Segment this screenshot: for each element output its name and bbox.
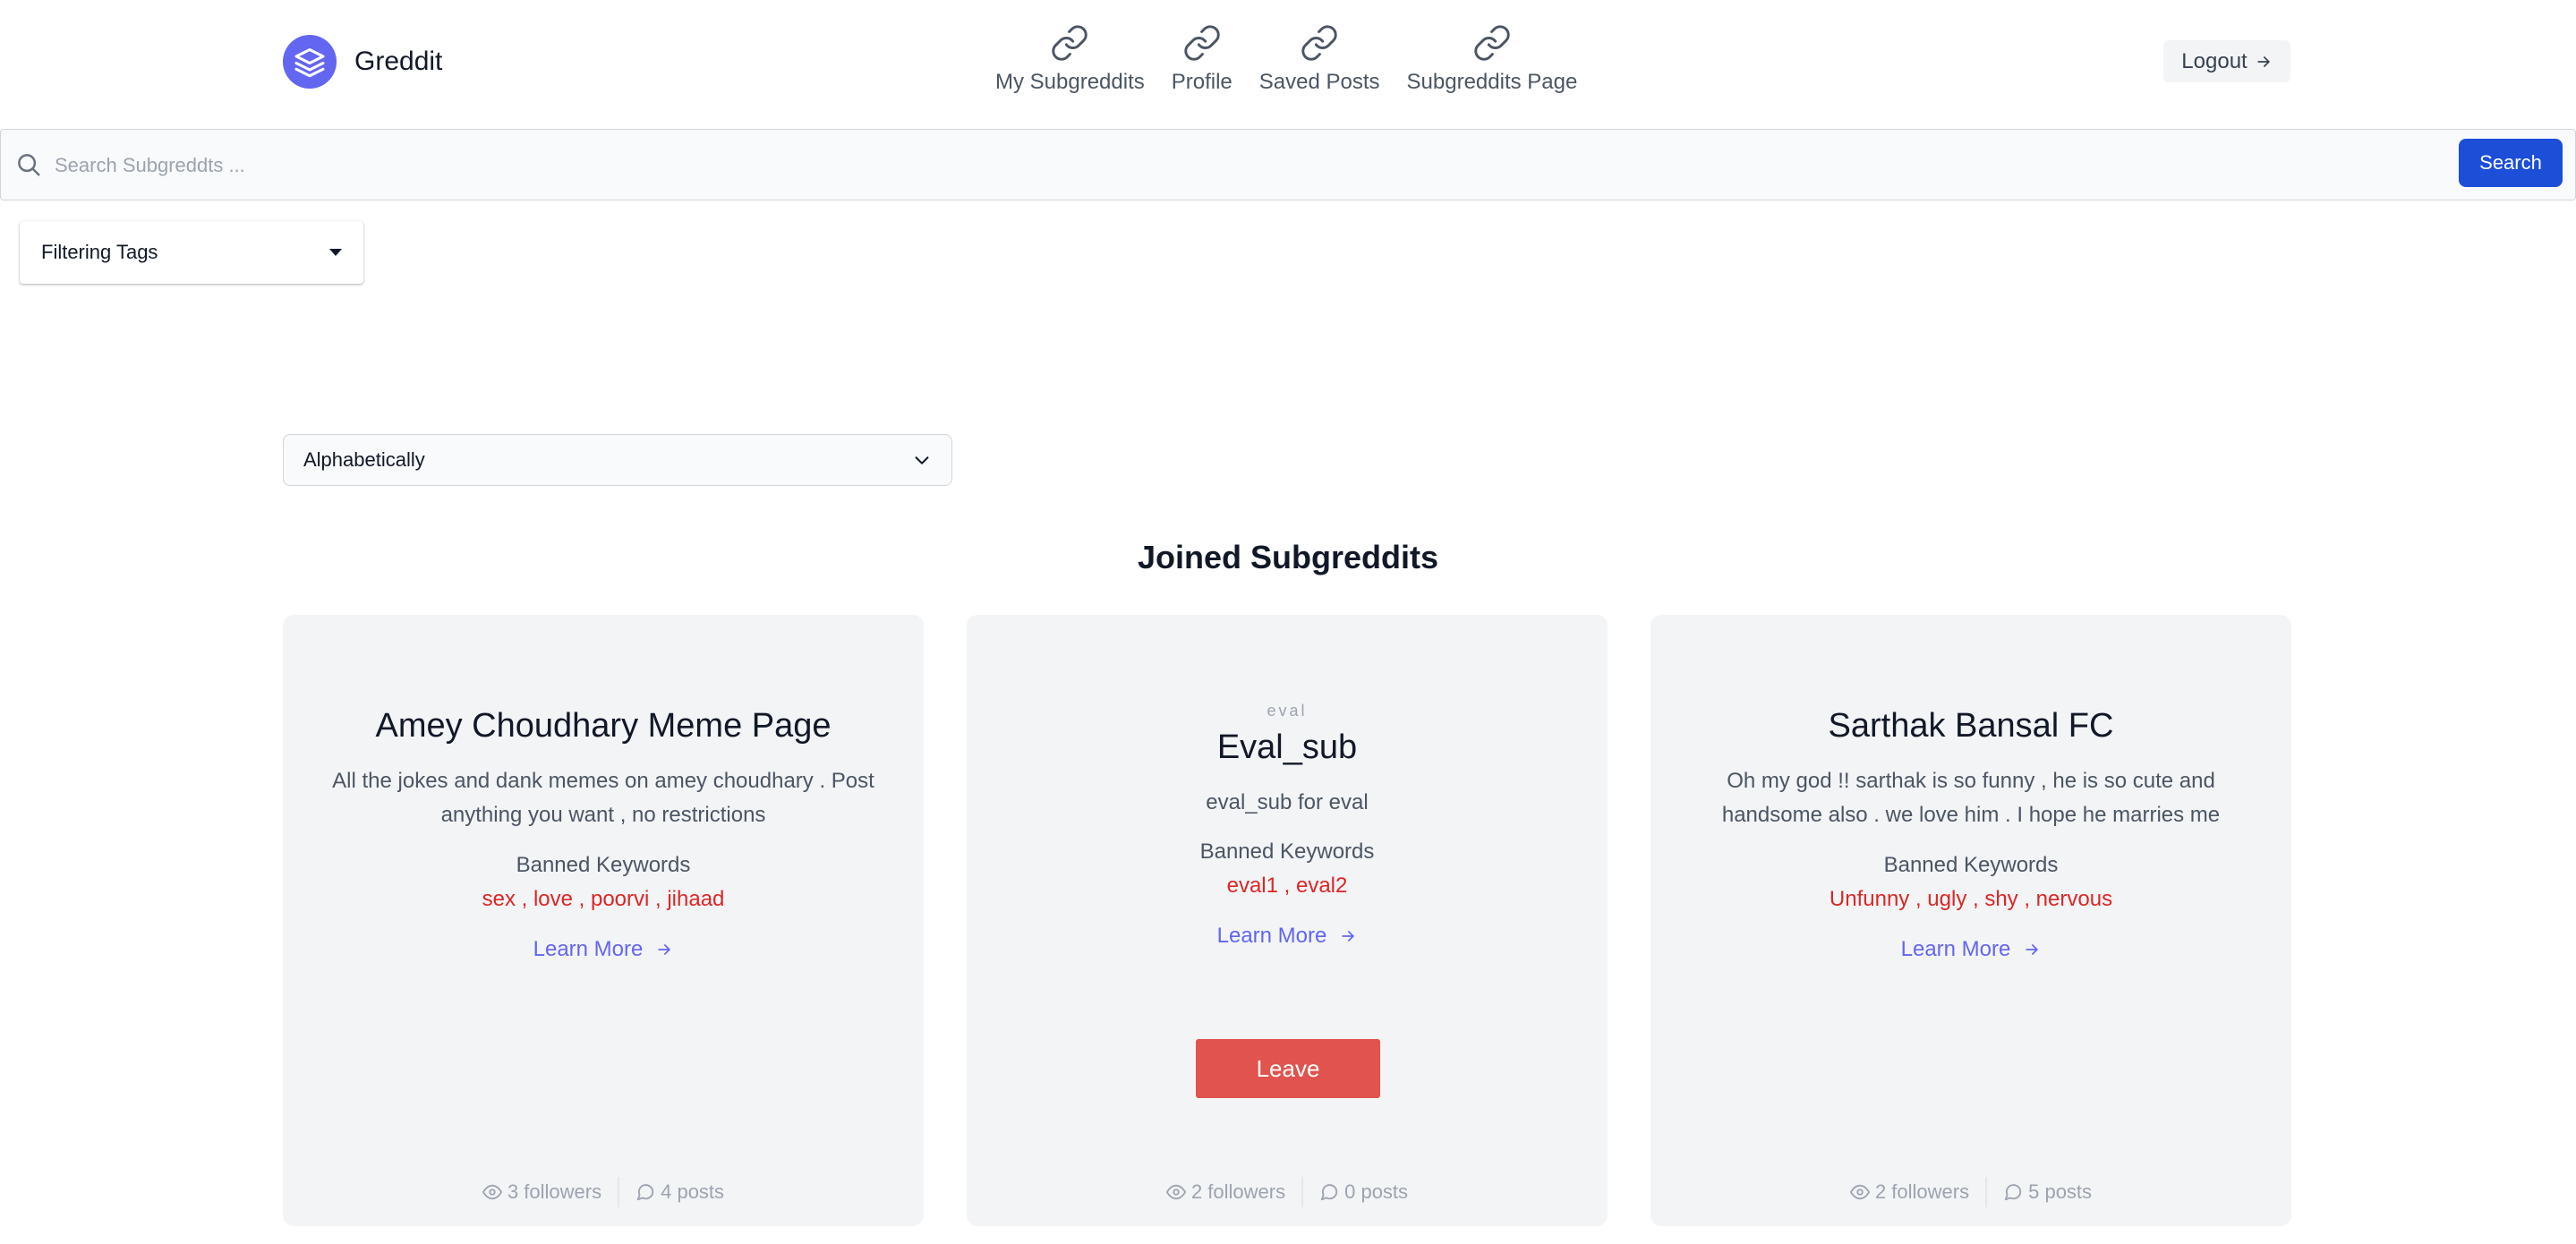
learn-more-label: Learn More bbox=[1900, 937, 2011, 961]
card-title: Amey Choudhary Meme Page bbox=[375, 707, 832, 745]
followers-stat: 2 followers bbox=[1150, 1180, 1301, 1204]
link-icon bbox=[1474, 25, 1510, 61]
sort-select[interactable]: Alphabetically bbox=[283, 434, 952, 486]
nav-label: My Subgreddits bbox=[995, 70, 1145, 94]
banned-keywords: Unfunny , ugly , shy , nervous bbox=[1829, 887, 2113, 911]
caret-down-icon bbox=[329, 249, 342, 256]
search-icon bbox=[18, 154, 40, 176]
subgreddit-card: Sarthak Bansal FC Oh my god !! sarthak i… bbox=[1651, 615, 2291, 1226]
arrow-right-icon bbox=[1342, 931, 1355, 942]
card-title: Eval_sub bbox=[1216, 729, 1358, 766]
followers-count: 2 followers bbox=[1190, 1180, 1286, 1203]
brand[interactable]: Greddit bbox=[283, 35, 442, 89]
eye-icon bbox=[1849, 1184, 1870, 1200]
link-icon bbox=[1052, 25, 1088, 61]
followers-count: 2 followers bbox=[1874, 1180, 1970, 1203]
comment-icon bbox=[2004, 1184, 2022, 1201]
sort-selected-value: Alphabetically bbox=[303, 448, 425, 471]
posts-count: 0 posts bbox=[1344, 1180, 1409, 1203]
eye-icon bbox=[1165, 1184, 1186, 1200]
search-input[interactable] bbox=[53, 142, 2437, 189]
arrow-right-icon bbox=[658, 944, 671, 955]
card-title: Sarthak Bansal FC bbox=[1828, 707, 2114, 745]
search-bar: Search bbox=[0, 129, 2576, 200]
search-button[interactable]: Search bbox=[2459, 139, 2563, 187]
layers-logo-icon bbox=[283, 35, 337, 89]
banned-keywords: sex , love , poorvi , jihaad bbox=[482, 887, 725, 911]
logout-label: Logout bbox=[2181, 48, 2248, 73]
card-description: eval_sub for eval bbox=[1206, 790, 1369, 814]
learn-more-link[interactable]: Learn More bbox=[1651, 937, 2291, 962]
subgreddit-card: Amey Choudhary Meme Page All the jokes a… bbox=[283, 615, 924, 1226]
learn-more-link[interactable]: Learn More bbox=[967, 924, 1608, 949]
banned-keywords-label: Banned Keywords bbox=[516, 853, 691, 877]
followers-count: 3 followers bbox=[507, 1180, 602, 1203]
card-eyebrow: eval bbox=[1267, 702, 1308, 720]
banned-keywords-label: Banned Keywords bbox=[1199, 839, 1375, 864]
banned-keywords-label: Banned Keywords bbox=[1883, 853, 2059, 877]
main-nav: My Subgreddits Profile Saved Posts Subgr… bbox=[995, 23, 1604, 95]
comment-icon bbox=[636, 1184, 654, 1201]
card-description: Oh my god !! sarthak is so funny , he is… bbox=[1721, 769, 2221, 827]
learn-more-link[interactable]: Learn More bbox=[283, 937, 924, 962]
nav-label: Subgreddits Page bbox=[1406, 70, 1578, 94]
posts-stat: 0 posts bbox=[1303, 1180, 1424, 1204]
nav-item-subgreddits-page[interactable]: Subgreddits Page bbox=[1406, 23, 1578, 95]
nav-label: Saved Posts bbox=[1258, 70, 1380, 94]
comment-icon bbox=[1320, 1184, 1338, 1201]
top-header: Greddit My Subgreddits Profile Saved Pos… bbox=[0, 0, 2576, 129]
posts-count: 5 posts bbox=[2028, 1180, 2093, 1203]
nav-item-saved-posts[interactable]: Saved Posts bbox=[1259, 23, 1380, 95]
app-name: Greddit bbox=[354, 47, 443, 76]
followers-stat: 2 followers bbox=[1834, 1180, 1985, 1204]
card-stats: 3 followers 4 posts bbox=[283, 1177, 924, 1207]
filtering-tags-label: Filtering Tags bbox=[41, 241, 158, 263]
card-description: All the jokes and dank memes on amey cho… bbox=[332, 769, 874, 827]
learn-more-label: Learn More bbox=[1216, 924, 1327, 948]
section-title: Joined Subgreddits bbox=[1137, 539, 1439, 575]
learn-more-label: Learn More bbox=[533, 937, 644, 961]
followers-stat: 3 followers bbox=[466, 1180, 618, 1204]
arrow-right-icon bbox=[2257, 55, 2270, 67]
card-stats: 2 followers 5 posts bbox=[1651, 1177, 2291, 1207]
eye-icon bbox=[482, 1184, 502, 1200]
nav-item-profile[interactable]: Profile bbox=[1172, 23, 1233, 95]
card-stats: 2 followers 0 posts bbox=[967, 1177, 1608, 1207]
logout-button[interactable]: Logout bbox=[2163, 40, 2290, 82]
posts-stat: 4 posts bbox=[619, 1180, 740, 1204]
posts-stat: 5 posts bbox=[1987, 1180, 2108, 1204]
link-icon bbox=[1184, 25, 1220, 61]
filtering-tags-dropdown[interactable]: Filtering Tags bbox=[20, 221, 363, 284]
nav-item-my-subgreddits[interactable]: My Subgreddits bbox=[995, 23, 1145, 95]
posts-count: 4 posts bbox=[661, 1180, 725, 1203]
leave-button[interactable]: Leave bbox=[1196, 1039, 1380, 1098]
arrow-right-icon bbox=[2026, 944, 2039, 955]
nav-label: Profile bbox=[1171, 70, 1233, 94]
chevron-down-icon bbox=[915, 456, 929, 464]
subgreddit-card: eval Eval_sub eval_sub for eval Banned K… bbox=[967, 615, 1608, 1226]
banned-keywords: eval1 , eval2 bbox=[1226, 873, 1348, 898]
link-icon bbox=[1301, 25, 1337, 61]
